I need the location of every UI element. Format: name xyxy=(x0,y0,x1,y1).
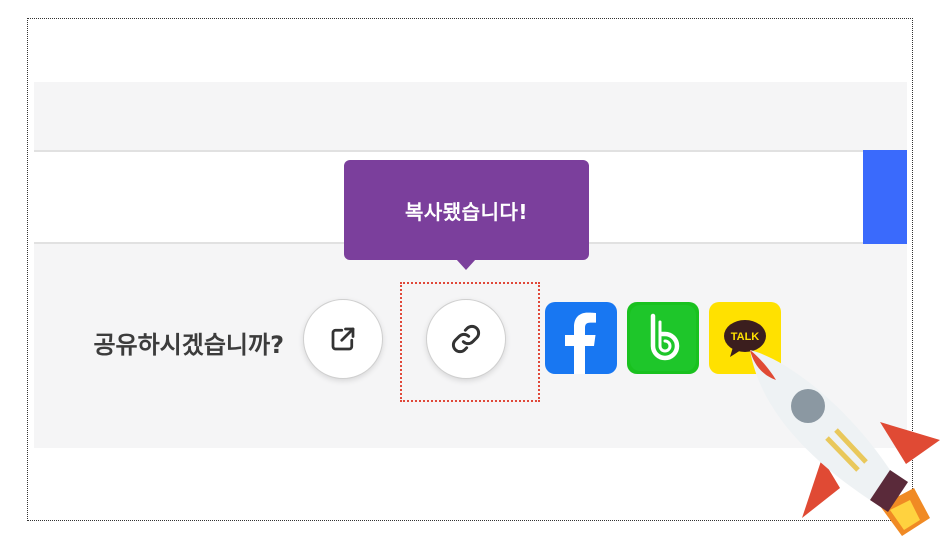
share-question-text: 공유하시겠습니까? xyxy=(93,330,284,359)
copy-button-highlight xyxy=(400,282,540,402)
rocket-cursor-icon xyxy=(750,350,940,536)
band-share-button[interactable] xyxy=(627,302,699,374)
copy-url-button[interactable] xyxy=(863,150,907,244)
open-link-button[interactable] xyxy=(303,299,383,379)
external-link-icon xyxy=(331,327,355,351)
band-icon xyxy=(630,305,696,371)
tooltip-text: 복사됐습니다! xyxy=(404,199,529,224)
copied-tooltip: 복사됐습니다! xyxy=(344,160,589,260)
facebook-share-button[interactable] xyxy=(545,302,617,374)
tooltip-arrow xyxy=(456,259,476,270)
share-question-label: 공유하시겠습니까? xyxy=(34,322,284,362)
facebook-icon xyxy=(565,312,596,374)
